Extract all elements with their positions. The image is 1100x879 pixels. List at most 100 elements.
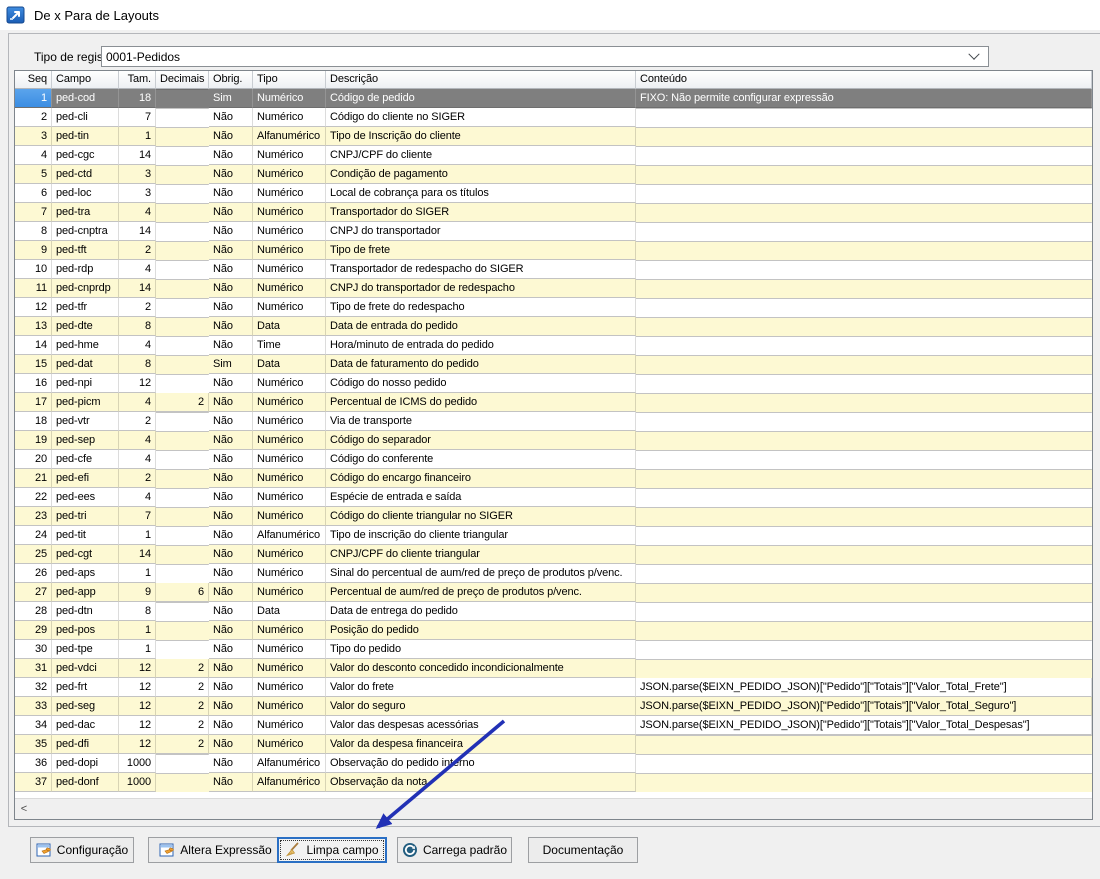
table-row[interactable]: 1ped-cod18SimNuméricoCódigo de pedidoFIX…	[15, 89, 1092, 108]
table-row[interactable]: 16ped-npi12NãoNuméricoCódigo do nosso pe…	[15, 374, 1092, 393]
table-row[interactable]: 37ped-donf1000NãoAlfanuméricoObservação …	[15, 773, 1092, 792]
table-row[interactable]: 8ped-cnptra14NãoNuméricoCNPJ do transpor…	[15, 222, 1092, 241]
cell-conteudo	[636, 602, 1092, 603]
cell-obrig: Não	[209, 564, 253, 583]
cell-tipo: Data	[253, 317, 326, 336]
cell-decimais: 2	[156, 659, 209, 678]
cell-campo: ped-dac	[52, 716, 119, 735]
cell-tam: 12	[119, 697, 156, 716]
column-header-campo[interactable]: Campo	[52, 71, 119, 89]
cell-seq: 21	[15, 469, 52, 488]
table-row[interactable]: 26ped-aps1NãoNuméricoSinal do percentual…	[15, 564, 1092, 583]
table-row[interactable]: 2ped-cli7NãoNuméricoCódigo do cliente no…	[15, 108, 1092, 127]
table-row[interactable]: 15ped-dat8SimDataData de faturamento do …	[15, 355, 1092, 374]
cell-conteudo	[636, 469, 1092, 470]
cell-conteudo	[636, 260, 1092, 261]
table-row[interactable]: 27ped-app96NãoNuméricoPercentual de aum/…	[15, 583, 1092, 602]
table-row[interactable]: 18ped-vtr2NãoNuméricoVia de transporte	[15, 412, 1092, 431]
cell-seq: 6	[15, 184, 52, 203]
table-row[interactable]: 19ped-sep4NãoNuméricoCódigo do separador	[15, 431, 1092, 450]
cell-descricao: CNPJ do transportador	[326, 222, 636, 241]
table-row[interactable]: 11ped-cnprdp14NãoNuméricoCNPJ do transpo…	[15, 279, 1092, 298]
table-row[interactable]: 14ped-hme4NãoTimeHora/minuto de entrada …	[15, 336, 1092, 355]
column-header-descricao[interactable]: Descrição	[326, 71, 636, 89]
reload-icon	[402, 842, 418, 858]
cell-obrig: Não	[209, 336, 253, 355]
cell-tipo: Numérico	[253, 564, 326, 583]
table-row[interactable]: 22ped-ees4NãoNuméricoEspécie de entrada …	[15, 488, 1092, 507]
table-row[interactable]: 12ped-tfr2NãoNuméricoTipo de frete do re…	[15, 298, 1092, 317]
cell-conteudo: JSON.parse($EIXN_PEDIDO_JSON)["Pedido"][…	[636, 678, 1092, 697]
table-row[interactable]: 36ped-dopi1000NãoAlfanuméricoObservação …	[15, 754, 1092, 773]
cell-descricao: CNPJ do transportador de redespacho	[326, 279, 636, 298]
cell-tam: 1	[119, 526, 156, 545]
cell-campo: ped-app	[52, 583, 119, 602]
cell-conteudo	[636, 640, 1092, 641]
table-row[interactable]: 3ped-tin1NãoAlfanuméricoTipo de Inscriçã…	[15, 127, 1092, 146]
table-row[interactable]: 9ped-tft2NãoNuméricoTipo de frete	[15, 241, 1092, 260]
documentacao-button[interactable]: Documentação	[528, 837, 638, 863]
cell-campo: ped-cnprdp	[52, 279, 119, 298]
cell-campo: ped-rdp	[52, 260, 119, 279]
table-row[interactable]: 32ped-frt122NãoNuméricoValor do freteJSO…	[15, 678, 1092, 697]
cell-decimais	[156, 355, 209, 356]
table-row[interactable]: 24ped-tit1NãoAlfanuméricoTipo de inscriç…	[15, 526, 1092, 545]
table-row[interactable]: 29ped-pos1NãoNuméricoPosição do pedido	[15, 621, 1092, 640]
table-row[interactable]: 33ped-seg122NãoNuméricoValor do seguroJS…	[15, 697, 1092, 716]
altera-expressao-button[interactable]: Altera Expressão	[148, 837, 283, 863]
cell-tam: 8	[119, 602, 156, 621]
table-row[interactable]: 5ped-ctd3NãoNuméricoCondição de pagament…	[15, 165, 1092, 184]
cell-descricao: Condição de pagamento	[326, 165, 636, 184]
cell-tam: 4	[119, 393, 156, 412]
column-header-decimais[interactable]: Decimais	[156, 71, 209, 89]
cell-seq: 16	[15, 374, 52, 393]
horizontal-scrollbar[interactable]: <	[15, 798, 1092, 819]
cell-seq: 20	[15, 450, 52, 469]
cell-tipo: Numérico	[253, 469, 326, 488]
cell-seq: 7	[15, 203, 52, 222]
table-row[interactable]: 20ped-cfe4NãoNuméricoCódigo do conferent…	[15, 450, 1092, 469]
table-row[interactable]: 17ped-picm42NãoNuméricoPercentual de ICM…	[15, 393, 1092, 412]
table-row[interactable]: 13ped-dte8NãoDataData de entrada do pedi…	[15, 317, 1092, 336]
column-header-obrig[interactable]: Obrig.	[209, 71, 253, 89]
table-row[interactable]: 21ped-efi2NãoNuméricoCódigo do encargo f…	[15, 469, 1092, 488]
table-row[interactable]: 28ped-dtn8NãoDataData de entrega do pedi…	[15, 602, 1092, 621]
cell-decimais	[156, 146, 209, 147]
cell-decimais	[156, 260, 209, 261]
table-row[interactable]: 30ped-tpe1NãoNuméricoTipo do pedido	[15, 640, 1092, 659]
cell-obrig: Não	[209, 450, 253, 469]
table-row[interactable]: 10ped-rdp4NãoNuméricoTransportador de re…	[15, 260, 1092, 279]
cell-tipo: Numérico	[253, 260, 326, 279]
cell-decimais	[156, 602, 209, 603]
cell-tipo: Alfanumérico	[253, 754, 326, 773]
column-header-tipo[interactable]: Tipo	[253, 71, 326, 89]
column-header-conteudo[interactable]: Conteúdo	[636, 71, 1092, 89]
configuracao-button[interactable]: Configuração	[30, 837, 134, 863]
table-row[interactable]: 25ped-cgt14NãoNuméricoCNPJ/CPF do client…	[15, 545, 1092, 564]
cell-campo: ped-loc	[52, 184, 119, 203]
cell-tam: 8	[119, 355, 156, 374]
table-row[interactable]: 35ped-dfi122NãoNuméricoValor da despesa …	[15, 735, 1092, 754]
cell-decimais	[156, 222, 209, 223]
table-row[interactable]: 34ped-dac122NãoNuméricoValor das despesa…	[15, 716, 1092, 735]
cell-tam: 7	[119, 507, 156, 526]
cell-campo: ped-hme	[52, 336, 119, 355]
limpa-campo-button[interactable]: Limpa campo	[277, 837, 387, 863]
cell-seq: 22	[15, 488, 52, 507]
table-row[interactable]: 23ped-tri7NãoNuméricoCódigo do cliente t…	[15, 507, 1092, 526]
column-header-seq[interactable]: Seq	[15, 71, 52, 89]
cell-tipo: Numérico	[253, 678, 326, 697]
record-type-select[interactable]: 0001-Pedidos	[101, 46, 989, 67]
column-header-tam[interactable]: Tam.	[119, 71, 156, 89]
cell-decimais	[156, 89, 209, 90]
table-row[interactable]: 31ped-vdci122NãoNuméricoValor do descont…	[15, 659, 1092, 678]
cell-tam: 7	[119, 108, 156, 127]
cell-seq: 19	[15, 431, 52, 450]
table-row[interactable]: 4ped-cgc14NãoNuméricoCNPJ/CPF do cliente	[15, 146, 1092, 165]
cell-conteudo	[636, 754, 1092, 755]
carrega-padrao-button[interactable]: Carrega padrão	[397, 837, 512, 863]
table-row[interactable]: 6ped-loc3NãoNuméricoLocal de cobrança pa…	[15, 184, 1092, 203]
scroll-left-icon[interactable]: <	[15, 799, 33, 819]
cell-descricao: Data de entrada do pedido	[326, 317, 636, 336]
table-row[interactable]: 7ped-tra4NãoNuméricoTransportador do SIG…	[15, 203, 1092, 222]
